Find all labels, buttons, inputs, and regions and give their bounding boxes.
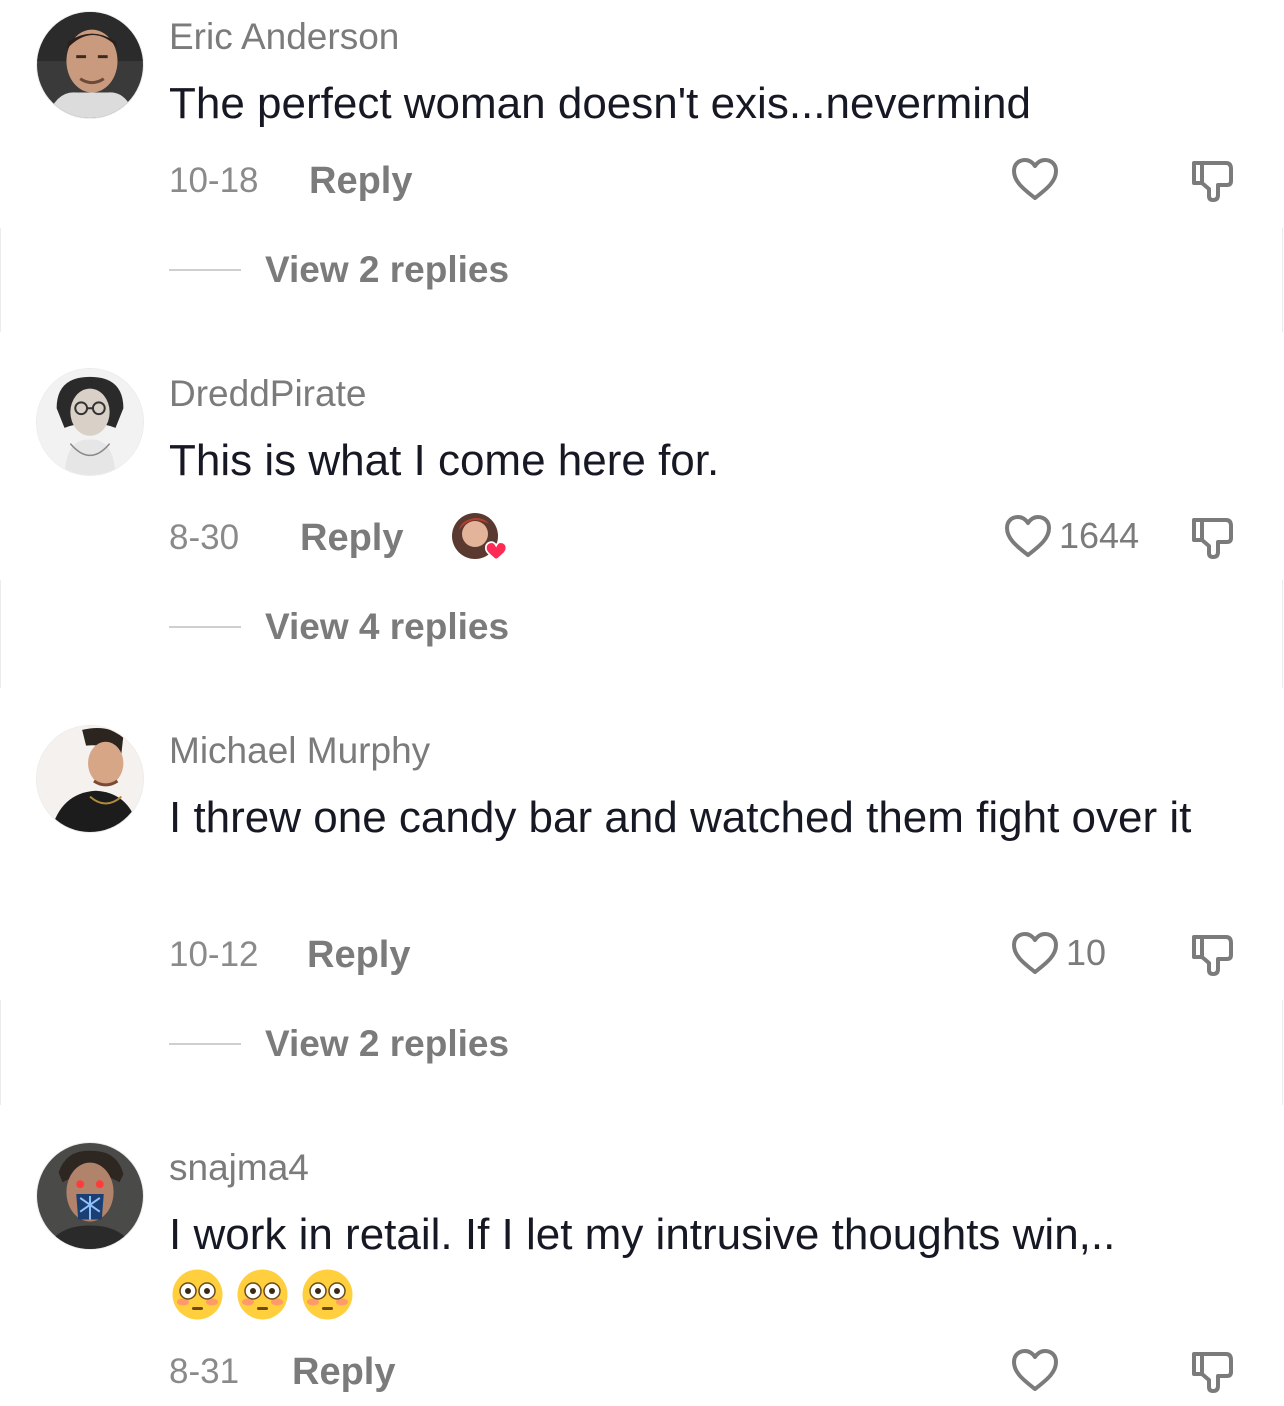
heart-icon (1005, 515, 1051, 557)
like-count: 1644 (1059, 515, 1140, 556)
like-button[interactable] (1010, 1347, 1060, 1393)
view-replies-button[interactable]: View 4 replies (169, 605, 509, 649)
comment-username[interactable]: Eric Anderson (169, 15, 399, 59)
reply-button[interactable]: Reply (300, 516, 403, 560)
dislike-icon[interactable] (1190, 157, 1236, 203)
reply-button[interactable]: Reply (309, 159, 412, 203)
dislike-icon[interactable] (1190, 514, 1236, 560)
dislike-icon[interactable] (1190, 931, 1236, 977)
comment-text: This is what I come here for. (169, 436, 720, 485)
comment-text: I threw one candy bar and watched them f… (169, 793, 1192, 842)
heart-icon (1012, 1349, 1058, 1391)
edge-line-left (0, 580, 1, 688)
view-replies-button[interactable]: View 2 replies (169, 248, 509, 292)
like-count: 10 (1066, 932, 1107, 973)
heart-icon (1012, 158, 1058, 200)
divider-line (169, 1043, 241, 1045)
comment-date: 10-12 (169, 935, 259, 974)
avatar[interactable] (36, 1142, 144, 1250)
view-replies-label: View 2 replies (265, 1023, 510, 1064)
view-replies-button[interactable]: View 2 replies (169, 1022, 509, 1066)
divider-line (169, 269, 241, 271)
like-button[interactable]: 1644 (1003, 513, 1139, 559)
view-replies-label: View 2 replies (265, 249, 510, 290)
creator-liked-badge (451, 512, 511, 568)
view-replies-label: View 4 replies (265, 606, 510, 647)
comment-date: 10-18 (169, 161, 259, 200)
edge-line-left (0, 228, 1, 332)
flushed-face-icon (172, 1269, 223, 1320)
divider-line (169, 626, 241, 628)
edge-line-right (1282, 580, 1283, 688)
comment-username[interactable]: snajma4 (169, 1146, 309, 1190)
like-button[interactable] (1010, 156, 1060, 202)
comment-date: 8-31 (169, 1352, 240, 1391)
avatar[interactable] (36, 725, 144, 833)
like-button[interactable]: 10 (1010, 930, 1106, 976)
flushed-face-icon (237, 1269, 288, 1320)
comment-date: 8-30 (169, 518, 240, 557)
heart-icon (1012, 932, 1058, 974)
dislike-icon[interactable] (1190, 1348, 1236, 1394)
edge-line-right (1282, 1000, 1283, 1105)
comment-username[interactable]: Michael Murphy (169, 729, 430, 773)
flushed-face-icon (302, 1269, 353, 1320)
comment-text: The perfect woman doesn't exis...nevermi… (169, 79, 1031, 128)
reply-button[interactable]: Reply (292, 1350, 395, 1394)
emoji-row (171, 1268, 354, 1321)
edge-line-right (1282, 228, 1283, 332)
reply-button[interactable]: Reply (307, 933, 410, 977)
comment-username[interactable]: DreddPirate (169, 372, 366, 416)
comment-text: I work in retail. If I let my intrusive … (169, 1210, 1116, 1259)
edge-line-left (0, 1000, 1, 1105)
avatar[interactable] (36, 11, 144, 119)
avatar[interactable] (36, 368, 144, 476)
